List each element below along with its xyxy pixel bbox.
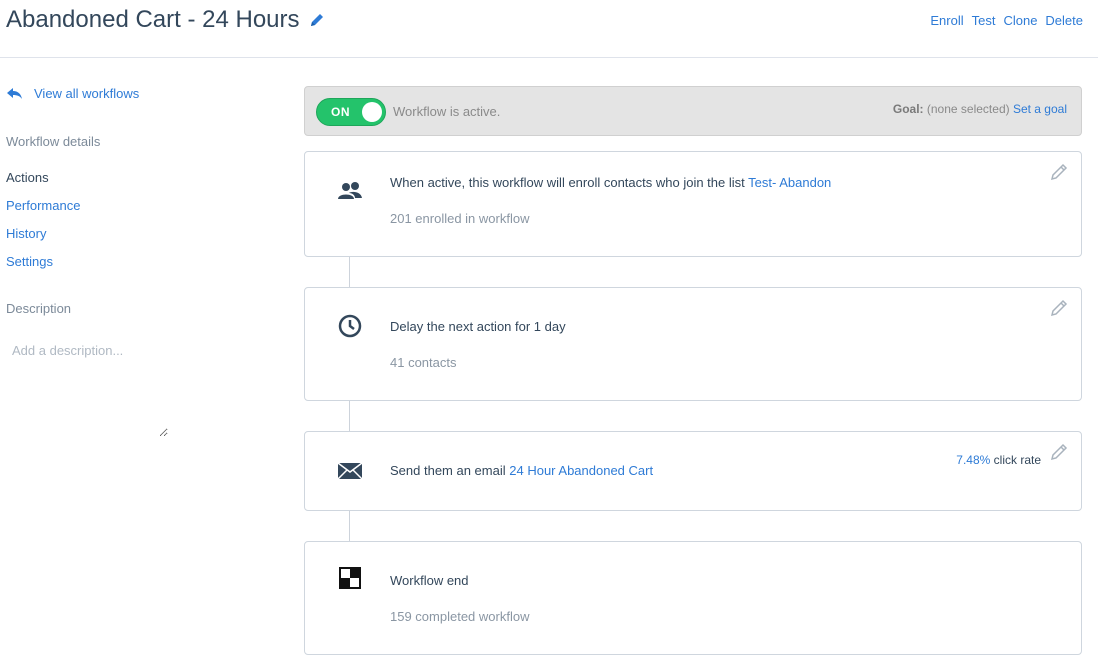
status-text: Workflow is active.: [393, 104, 501, 119]
clock-icon: [336, 314, 364, 338]
toggle-knob: [362, 102, 382, 122]
edit-step-icon[interactable]: [1050, 443, 1068, 461]
delete-link[interactable]: Delete: [1045, 13, 1083, 28]
email-text: Send them an email 24 Hour Abandoned Car…: [390, 463, 653, 478]
nav-settings[interactable]: Settings: [6, 254, 53, 269]
enrolled-count: 201 enrolled in workflow: [390, 211, 530, 226]
finish-flag-icon: [336, 566, 364, 590]
workflow-active-toggle[interactable]: ON: [316, 98, 386, 126]
goal-label: Goal:: [892, 102, 924, 116]
enroll-link[interactable]: Enroll: [930, 13, 963, 28]
description-input[interactable]: [6, 337, 168, 437]
back-arrow-icon: [7, 87, 22, 99]
workflow-name: Abandoned Cart - 24 Hours: [6, 6, 300, 33]
goal-info: Goal: (none selected) Set a goal: [893, 102, 1067, 116]
envelope-icon: [336, 459, 364, 483]
set-goal-link[interactable]: Set a goal: [1013, 102, 1067, 116]
test-link[interactable]: Test: [972, 13, 996, 28]
page-header: Abandoned Cart - 24 Hours Enroll Test Cl…: [0, 0, 1098, 58]
completed-count: 159 completed workflow: [390, 609, 530, 624]
workflow-step-delay[interactable]: Delay the next action for 1 day 41 conta…: [304, 287, 1082, 401]
email-description: Send them an email: [390, 463, 506, 478]
workflow-details-heading: Workflow details: [6, 134, 101, 149]
list-link[interactable]: Test- Abandon: [748, 175, 831, 190]
toggle-label: ON: [331, 105, 350, 119]
nav-actions[interactable]: Actions: [6, 170, 49, 185]
nav-performance[interactable]: Performance: [6, 198, 80, 213]
click-rate: 7.48% click rate: [956, 453, 1041, 467]
view-all-workflows-link[interactable]: View all workflows: [7, 86, 139, 101]
trigger-text: When active, this workflow will enroll c…: [390, 175, 831, 190]
workflow-status-bar: ON Workflow is active. Goal: (none selec…: [304, 86, 1082, 136]
end-text: Workflow end: [390, 573, 469, 588]
delay-contacts-count: 41 contacts: [390, 355, 457, 370]
workflow-step-email[interactable]: Send them an email 24 Hour Abandoned Car…: [304, 431, 1082, 511]
clone-link[interactable]: Clone: [1003, 13, 1037, 28]
click-rate-label: click rate: [993, 453, 1041, 467]
nav-history[interactable]: History: [6, 226, 46, 241]
click-rate-value[interactable]: 7.48%: [956, 453, 990, 467]
goal-value: (none selected): [926, 102, 1010, 116]
email-link[interactable]: 24 Hour Abandoned Cart: [509, 463, 653, 478]
delay-text: Delay the next action for 1 day: [390, 319, 566, 334]
contacts-icon: [336, 179, 364, 203]
page-title: Abandoned Cart - 24 Hours: [6, 6, 325, 34]
back-link-label: View all workflows: [34, 86, 140, 101]
header-actions: Enroll Test Clone Delete: [930, 13, 1083, 28]
edit-step-icon[interactable]: [1050, 163, 1068, 181]
edit-title-icon[interactable]: [309, 12, 325, 28]
workflow-step-end: Workflow end 159 completed workflow: [304, 541, 1082, 655]
workflow-step-trigger[interactable]: When active, this workflow will enroll c…: [304, 151, 1082, 257]
trigger-description: When active, this workflow will enroll c…: [390, 175, 745, 190]
description-heading: Description: [6, 301, 72, 316]
edit-step-icon[interactable]: [1050, 299, 1068, 317]
